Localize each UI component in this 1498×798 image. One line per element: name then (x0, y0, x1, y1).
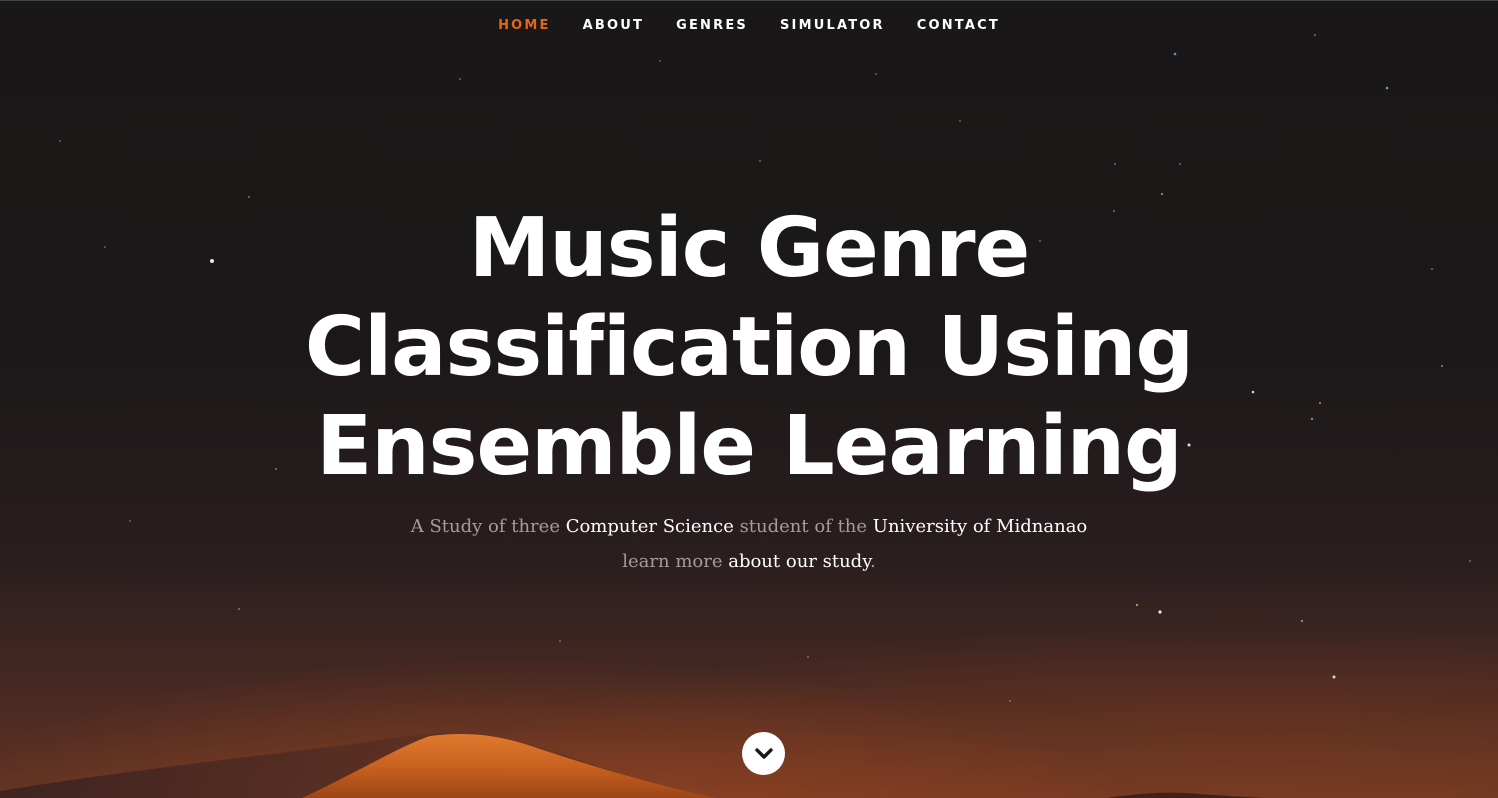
nav-simulator[interactable]: SIMULATOR (764, 15, 901, 37)
page-title: Music Genre Classification Using Ensembl… (0, 199, 1498, 496)
subtitle-text: learn more (622, 551, 729, 572)
subtitle-line-2: learn more about our study. (0, 550, 1498, 574)
title-line-2: Classification Using (304, 300, 1194, 395)
subtitle-text: . (869, 551, 876, 572)
scroll-down-button[interactable] (742, 732, 785, 775)
nav-about[interactable]: ABOUT (567, 15, 660, 37)
about-study-link[interactable]: about our study (728, 551, 870, 572)
university-link[interactable]: University of Midnanao (873, 516, 1087, 537)
subtitle-line-1: A Study of three Computer Science studen… (0, 515, 1498, 539)
hero-section: HOME ABOUT GENRES SIMULATOR CONTACT Musi… (0, 0, 1498, 798)
computer-science-link[interactable]: Computer Science (566, 516, 734, 537)
subtitle-text: student of the (733, 516, 873, 537)
main-nav: HOME ABOUT GENRES SIMULATOR CONTACT (0, 15, 1498, 37)
chevron-down-icon (754, 747, 773, 759)
title-line-3: Ensemble Learning (316, 399, 1182, 494)
nav-contact[interactable]: CONTACT (901, 15, 1016, 37)
title-line-1: Music Genre (468, 201, 1030, 296)
subtitle-text: A Study of three (410, 516, 566, 537)
nav-genres[interactable]: GENRES (660, 15, 764, 37)
nav-home[interactable]: HOME (482, 15, 567, 37)
